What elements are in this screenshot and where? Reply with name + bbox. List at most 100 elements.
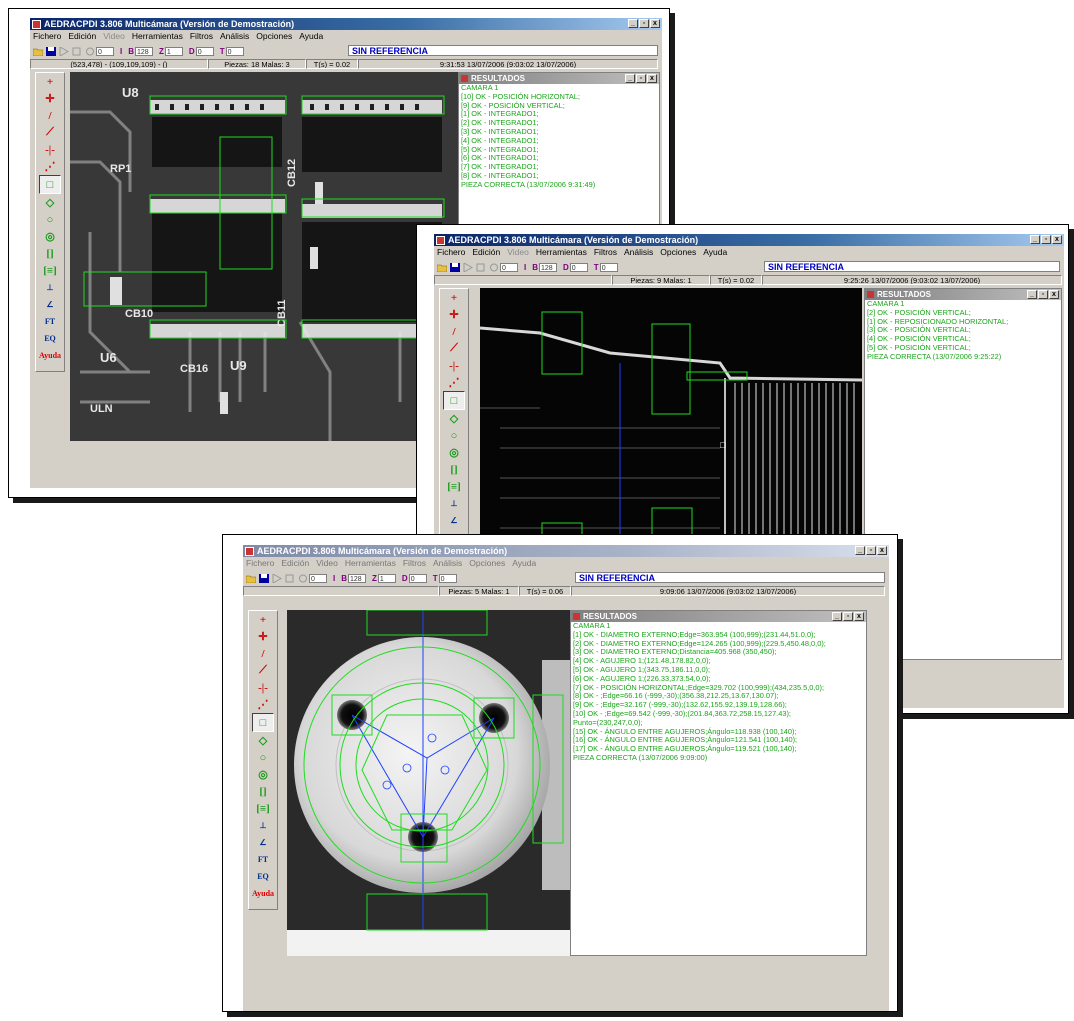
menu-edicion[interactable]: Edición [281,558,309,569]
tool-area[interactable]: [≡] [249,800,277,817]
menu-ayuda[interactable]: Ayuda [512,558,536,569]
tool-ring[interactable]: ◎ [36,228,64,245]
record-icon[interactable] [85,47,95,56]
brightness-spinner[interactable]: 128 [135,46,154,56]
tool-edge[interactable]: -|- [249,679,277,696]
tool-diamond[interactable]: ◇ [36,194,64,211]
menu-analisis[interactable]: Análisis [624,247,653,258]
tool-line[interactable]: / [249,645,277,662]
tool-eq[interactable]: EQ [36,330,64,347]
trigger-spinner[interactable]: 0 [599,262,618,272]
minimize-button[interactable]: _ [628,19,638,28]
tool-rectangle[interactable]: □ [443,391,465,410]
menu-opciones[interactable]: Opciones [256,31,292,42]
menu-herramientas[interactable]: Herramientas [132,31,183,42]
zoom-spinner[interactable]: 1 [377,573,396,583]
tool-area[interactable]: [≡] [36,262,64,279]
camera-image-pcb[interactable]: U8 RP1 CB12 CB10 CB11 U6 CB16 U9 ULN [70,72,472,441]
tool-circle[interactable]: ○ [440,427,468,444]
tool-point[interactable]: + [249,611,277,628]
tool-cross[interactable]: ✛ [36,90,64,107]
results-minimize-button[interactable]: _ [1027,290,1037,299]
zoom-spinner[interactable]: 1 [164,46,183,56]
stop-icon[interactable] [285,574,295,583]
tool-edge[interactable]: -|- [36,141,64,158]
menu-analisis[interactable]: Análisis [433,558,462,569]
tool-help[interactable]: Ayuda [36,347,64,364]
menu-fichero[interactable]: Fichero [33,31,61,42]
tool-circle[interactable]: ○ [249,749,277,766]
results-close-button[interactable]: x [1049,290,1059,299]
menu-herramientas[interactable]: Herramientas [345,558,396,569]
tool-area[interactable]: [≡] [440,478,468,495]
results-minimize-button[interactable]: _ [625,74,635,83]
close-button[interactable]: x [877,546,887,555]
tool-dots[interactable]: ⋰ [36,158,64,175]
results-close-button[interactable]: x [647,74,657,83]
tool-perpendicular[interactable]: ⊥ [440,495,468,512]
tool-perpendicular[interactable]: ⊥ [249,817,277,834]
close-button[interactable]: x [1052,235,1062,244]
delay-spinner[interactable]: 0 [195,46,214,56]
minimize-button[interactable]: _ [1030,235,1040,244]
tool-pattern[interactable]: [] [249,783,277,800]
stop-icon[interactable] [72,47,82,56]
maximize-button[interactable]: ▫ [1041,235,1051,244]
tool-rectangle[interactable]: □ [39,175,61,194]
menu-video[interactable]: Video [316,558,338,569]
menu-opciones[interactable]: Opciones [660,247,696,258]
threshold-spinner[interactable]: 0 [309,573,327,583]
tool-ft[interactable]: FT [249,851,277,868]
menu-edicion[interactable]: Edición [68,31,96,42]
record-icon[interactable] [489,263,499,272]
menu-opciones[interactable]: Opciones [469,558,505,569]
menu-video[interactable]: Video [103,31,125,42]
brightness-spinner[interactable]: 128 [539,262,558,272]
tool-diagonal[interactable]: ⟋ [249,662,277,679]
menu-filtros[interactable]: Filtros [190,31,213,42]
tool-dots[interactable]: ⋰ [249,696,277,713]
menu-filtros[interactable]: Filtros [403,558,426,569]
tool-ft[interactable]: FT [36,313,64,330]
tool-rectangle[interactable]: □ [252,713,274,732]
tool-help[interactable]: Ayuda [249,885,277,902]
delay-spinner[interactable]: 0 [408,573,427,583]
reference-field[interactable]: SIN REFERENCIA [764,261,1060,272]
reference-field[interactable]: SIN REFERENCIA [575,572,885,583]
tool-eq[interactable]: EQ [249,868,277,885]
tool-cross[interactable]: ✛ [440,306,468,323]
tool-circle[interactable]: ○ [36,211,64,228]
tool-diamond[interactable]: ◇ [249,732,277,749]
tool-diagonal[interactable]: ⟋ [36,124,64,141]
play-icon[interactable] [272,573,282,583]
trigger-spinner[interactable]: 0 [438,573,457,583]
tool-edge[interactable]: -|- [440,357,468,374]
tool-angle[interactable]: ∠ [440,512,468,529]
tool-pattern[interactable]: [] [36,245,64,262]
maximize-button[interactable]: ▫ [639,19,649,28]
play-icon[interactable] [463,262,473,272]
open-folder-icon[interactable] [437,263,447,272]
tool-point[interactable]: + [36,73,64,90]
play-icon[interactable] [59,46,69,56]
tool-pattern[interactable]: [] [440,461,468,478]
menu-fichero[interactable]: Fichero [437,247,465,258]
tool-diagonal[interactable]: ⟋ [440,340,468,357]
record-icon[interactable] [298,574,308,583]
results-minimize-button[interactable]: _ [832,612,842,621]
menu-ayuda[interactable]: Ayuda [703,247,727,258]
minimize-button[interactable]: _ [855,546,865,555]
tool-line[interactable]: / [36,107,64,124]
threshold-spinner[interactable]: 0 [500,262,518,272]
menu-fichero[interactable]: Fichero [246,558,274,569]
close-button[interactable]: x [650,19,660,28]
open-folder-icon[interactable] [33,47,43,56]
save-disk-icon[interactable] [46,46,56,56]
save-disk-icon[interactable] [450,262,460,272]
tool-angle[interactable]: ∠ [249,834,277,851]
camera-image-flange[interactable] [287,610,570,956]
menu-ayuda[interactable]: Ayuda [299,31,323,42]
results-maximize-button[interactable]: ▫ [636,74,646,83]
threshold-spinner[interactable]: 0 [96,46,114,56]
brightness-spinner[interactable]: 128 [348,573,367,583]
